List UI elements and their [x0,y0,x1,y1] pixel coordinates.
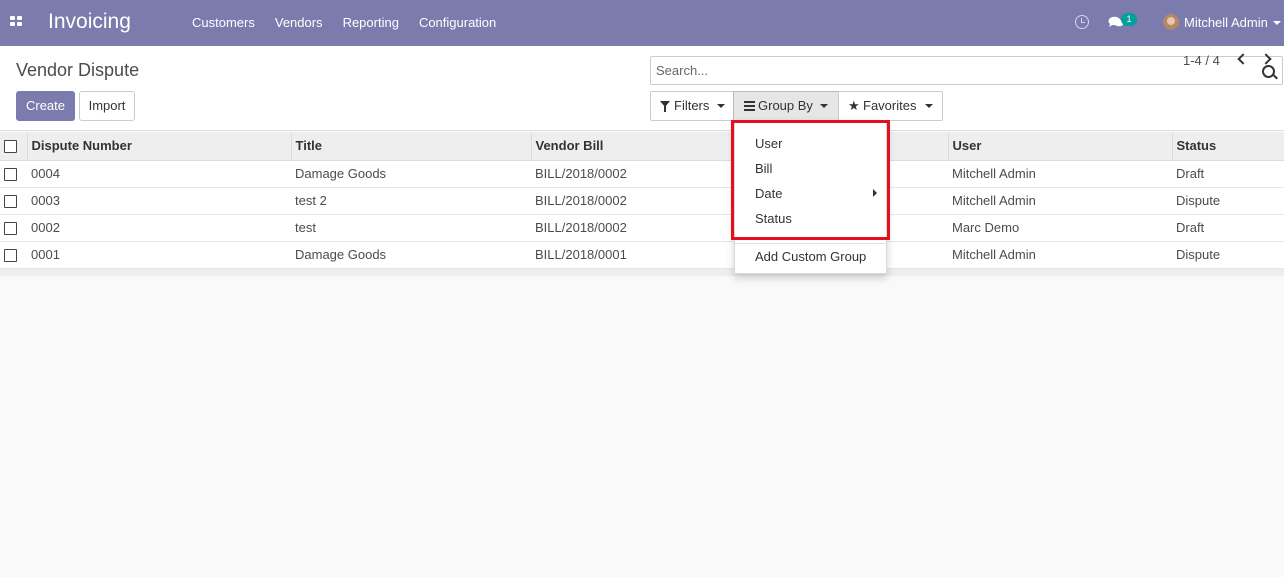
cell-title: test [291,214,531,242]
cell-status: Draft [1172,214,1284,242]
group-by-dropdown-menu: User Bill Date Status Add Custom Group [734,120,887,274]
caret-down-icon [925,104,933,108]
column-header-title[interactable]: Title [290,132,531,161]
menu-item-customers[interactable]: Customers [182,0,265,46]
filters-label: Filters [674,98,710,113]
main-menu: Customers Vendors Reporting Configuratio… [182,0,506,46]
cell-vendor-bill: BILL/2018/0002 [531,187,731,215]
row-checkbox[interactable] [4,249,17,263]
table-row[interactable]: 0001 Damage Goods BILL/2018/0001 Mitchel… [0,241,1284,269]
cell-title: test 2 [291,187,531,215]
cell-user: Mitchell Admin [948,187,1172,215]
submenu-caret-right-icon[interactable] [873,189,877,197]
caret-down-icon [717,104,725,108]
column-header-user[interactable]: User [947,132,1172,161]
table-header-row: Dispute Number Title Vendor Bill User St… [0,132,1284,161]
row-checkbox-cell [0,241,27,269]
cell-vendor-bill: BILL/2018/0002 [531,160,731,188]
cell-status: Dispute [1172,187,1284,215]
list-footer [0,269,1284,276]
apps-grid-icon[interactable] [10,16,23,28]
cell-dispute-number: 0001 [27,241,291,269]
control-panel: Vendor Dispute Create Import Filters Gro… [0,46,1284,131]
row-checkbox-cell [0,160,27,188]
create-button[interactable]: Create [16,91,75,121]
add-custom-group-option[interactable]: Add Custom Group [755,249,866,264]
table-row[interactable]: 0003 test 2 BILL/2018/0002 Mitchell Admi… [0,187,1284,215]
cell-title: Damage Goods [291,160,531,188]
search-input[interactable] [656,63,1246,78]
user-menu-name[interactable]: Mitchell Admin [1184,15,1268,30]
cell-dispute-number: 0002 [27,214,291,242]
dropdown-divider [735,243,886,244]
cell-dispute-number: 0003 [27,187,291,215]
bars-icon [744,101,755,111]
row-checkbox[interactable] [4,168,17,182]
group-by-option-bill[interactable]: Bill [755,161,772,176]
table-row[interactable]: 0002 test BILL/2018/0002 Marc Demo Draft [0,214,1284,242]
user-menu-caret-icon[interactable] [1273,21,1281,25]
row-checkbox[interactable] [4,222,17,236]
cell-user: Mitchell Admin [948,160,1172,188]
import-button[interactable]: Import [79,91,135,121]
cell-user: Marc Demo [948,214,1172,242]
search-icon[interactable] [1262,65,1275,78]
row-checkbox-cell [0,187,27,215]
cell-status: Draft [1172,160,1284,188]
menu-item-vendors[interactable]: Vendors [265,0,333,46]
cell-user: Mitchell Admin [948,241,1172,269]
column-header-dispute-number[interactable]: Dispute Number [26,132,291,161]
group-by-option-date[interactable]: Date [755,186,782,201]
filter-funnel-icon [660,101,670,112]
cell-dispute-number: 0004 [27,160,291,188]
group-by-option-status[interactable]: Status [755,211,792,226]
menu-item-configuration[interactable]: Configuration [409,0,506,46]
chat-unread-badge: 1 [1121,13,1137,26]
group-by-label: Group By [758,98,813,113]
caret-down-icon [820,104,828,108]
group-by-button[interactable]: Group By [733,91,839,121]
cell-status: Dispute [1172,241,1284,269]
page-title: Vendor Dispute [16,60,140,80]
select-all-checkbox[interactable] [4,140,17,154]
favorites-button[interactable]: ★ Favorites [838,91,943,121]
star-icon: ★ [848,98,860,113]
cell-vendor-bill: BILL/2018/0002 [531,214,731,242]
user-avatar[interactable] [1163,14,1179,30]
app-title: Invoicing [48,10,131,33]
favorites-label: Favorites [863,98,917,113]
cell-vendor-bill: BILL/2018/0001 [531,241,731,269]
select-all-cell [0,132,27,161]
dispute-list-table: Dispute Number Title Vendor Bill User St… [0,132,1284,269]
row-checkbox-cell [0,214,27,242]
group-by-option-user[interactable]: User [755,136,782,151]
filters-button[interactable]: Filters [650,91,734,121]
column-header-status[interactable]: Status [1171,132,1284,161]
table-row[interactable]: 0004 Damage Goods BILL/2018/0002 Mitchel… [0,160,1284,188]
column-header-vendor-bill[interactable]: Vendor Bill [530,132,731,161]
cell-title: Damage Goods [291,241,531,269]
activity-clock-icon[interactable] [1075,15,1089,29]
top-navbar: Invoicing Customers Vendors Reporting Co… [0,0,1284,46]
pager-value[interactable]: 1-4 / 4 [1183,53,1220,68]
menu-item-reporting[interactable]: Reporting [333,0,409,46]
row-checkbox[interactable] [4,195,17,209]
